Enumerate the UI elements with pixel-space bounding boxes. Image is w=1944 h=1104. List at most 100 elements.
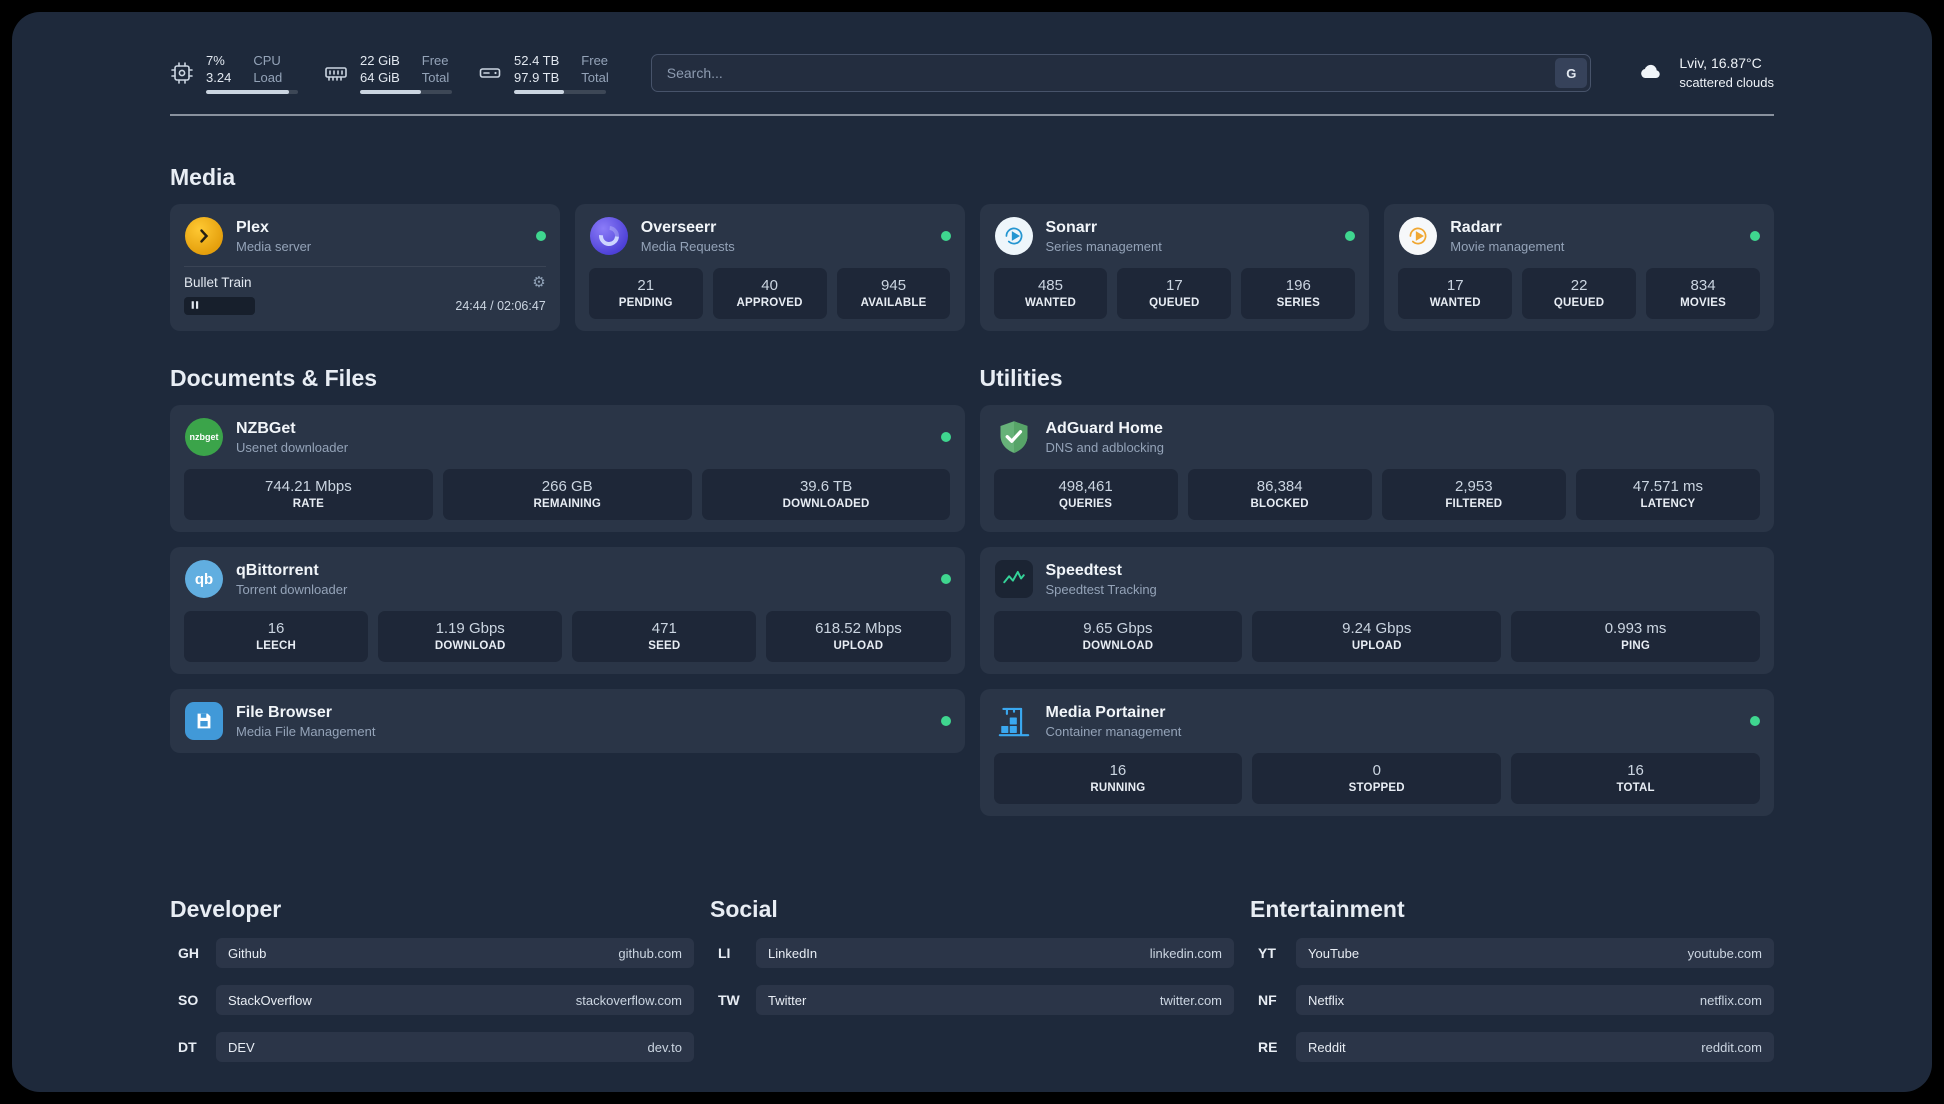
ram-label-1: Free — [421, 53, 449, 68]
bookmark-link[interactable]: Reddit reddit.com — [1296, 1032, 1774, 1062]
service-desc: Container management — [1045, 723, 1182, 739]
stat-label: UPLOAD — [1351, 640, 1402, 652]
adguard-icon — [994, 417, 1034, 457]
nzbget-icon-text: nzbget — [189, 432, 219, 442]
service-card-nzbget[interactable]: nzbget NZBGet Usenet downloader 744.21 M… — [170, 405, 965, 532]
stat-label: APPROVED — [736, 297, 803, 309]
bookmark-url: linkedin.com — [1149, 945, 1222, 961]
stat-value: 47.571 ms — [1632, 478, 1703, 495]
search-bar[interactable]: G — [650, 54, 1592, 92]
gear-icon[interactable]: ⚙ — [532, 275, 545, 290]
service-card-plex[interactable]: Plex Media server Bullet Train ⚙ 24:44 /… — [170, 204, 560, 331]
stat-download: 9.65 Gbps DOWNLOAD — [993, 611, 1243, 662]
bookmark-link[interactable]: Github github.com — [216, 938, 694, 968]
radarr-icon — [1398, 216, 1438, 256]
service-card-qbittorrent[interactable]: qb qBittorrent Torrent downloader 16 LEE… — [170, 547, 965, 674]
bookmark-link[interactable]: DEV dev.to — [216, 1032, 694, 1062]
service-card-filebrowser[interactable]: File Browser Media File Management — [170, 689, 965, 753]
bookmark-abbr: YT — [1258, 945, 1276, 961]
stat-label: WANTED — [1024, 297, 1076, 309]
service-card-portainer[interactable]: Media Portainer Container management 16 … — [979, 689, 1774, 816]
bookmark-group-developer: Developer GH Github github.com SO StackO… — [170, 896, 694, 1079]
service-desc: DNS and adblocking — [1045, 439, 1165, 455]
search-input[interactable] — [654, 65, 1556, 81]
bookmark-url: stackoverflow.com — [575, 992, 682, 1008]
bookmark-link[interactable]: Netflix netflix.com — [1296, 985, 1774, 1015]
bookmark-link[interactable]: YouTube youtube.com — [1296, 938, 1774, 968]
stat-upload: 618.52 Mbps UPLOAD — [766, 611, 951, 662]
ram-free: 22 GiB — [360, 53, 400, 68]
service-card-adguard[interactable]: AdGuard Home DNS and adblocking 498,461 … — [979, 405, 1774, 532]
service-card-radarr[interactable]: Radarr Movie management 17 WANTED 22 QUE… — [1384, 204, 1774, 331]
section-media: Media Plex Media server Bullet Train ⚙ 2… — [170, 164, 1774, 331]
stat-value: 834 — [1690, 277, 1716, 294]
stat-value: 21 — [637, 277, 655, 294]
service-name: Sonarr — [1045, 218, 1098, 236]
status-dot — [940, 231, 951, 241]
stat-running: 16 RUNNING — [993, 753, 1243, 804]
bookmark-item-netflix: NF Netflix netflix.com — [1250, 985, 1774, 1015]
stat-total: 16 TOTAL — [1511, 753, 1760, 804]
bookmark-abbr: RE — [1258, 1039, 1278, 1055]
stat-wanted: 17 WANTED — [1398, 268, 1513, 319]
service-card-speedtest[interactable]: Speedtest Speedtest Tracking 9.65 Gbps D… — [979, 547, 1774, 674]
pause-icon[interactable] — [190, 297, 200, 315]
service-desc: Speedtest Tracking — [1045, 581, 1157, 597]
stat-pending: 21 PENDING — [588, 268, 703, 319]
ram-total: 64 GiB — [360, 70, 400, 85]
status-dot — [940, 716, 951, 726]
service-desc: Media Requests — [640, 238, 735, 254]
bookmark-name: Reddit — [1308, 1039, 1346, 1055]
stat-value: 618.52 Mbps — [815, 620, 902, 637]
bookmark-abbr: LI — [718, 945, 731, 961]
stat-label: DOWNLOAD — [1082, 640, 1154, 652]
topbar-divider — [170, 114, 1774, 116]
stat-label: RUNNING — [1090, 782, 1146, 794]
stat-label: PING — [1621, 640, 1651, 652]
nzbget-icon: nzbget — [184, 417, 224, 457]
service-name: Media Portainer — [1045, 703, 1166, 721]
service-stats: 16 RUNNING 0 STOPPED 16 TOTAL — [993, 753, 1761, 804]
stat-value: 9.65 Gbps — [1083, 620, 1153, 637]
bookmark-link[interactable]: Twitter twitter.com — [756, 985, 1234, 1015]
stat-value: 39.6 TB — [799, 478, 853, 495]
disk-total: 97.9 TB — [514, 70, 560, 85]
bookmark-url: reddit.com — [1701, 1039, 1762, 1055]
service-desc: Media File Management — [236, 723, 376, 739]
stat-wanted: 485 WANTED — [993, 268, 1108, 319]
stat-label: LEECH — [256, 640, 297, 652]
ram-resource-widget: 22 GiB 64 GiB Free Total — [324, 52, 452, 94]
stat-queued: 22 QUEUED — [1522, 268, 1637, 319]
bookmark-link[interactable]: LinkedIn linkedin.com — [756, 938, 1234, 968]
stat-value: 1.19 Gbps — [435, 620, 505, 637]
stat-blocked: 86,384 BLOCKED — [1187, 469, 1372, 520]
cpu-label-1: CPU — [253, 53, 281, 68]
service-stats: 498,461 QUERIES 86,384 BLOCKED 2,953 FIL… — [993, 469, 1760, 520]
stat-label: LATENCY — [1640, 498, 1696, 510]
cpu-icon — [170, 61, 194, 85]
bookmark-item-linkedin: LI LinkedIn linkedin.com — [710, 938, 1234, 968]
playback-progress-bar[interactable]: 24:44 / 02:06:47 — [184, 297, 546, 315]
bookmark-url: github.com — [618, 945, 682, 961]
cloud-icon — [1633, 58, 1667, 89]
bookmark-link[interactable]: StackOverflow stackoverflow.com — [216, 985, 694, 1015]
bookmark-abbr: TW — [718, 992, 740, 1008]
service-name: Plex — [236, 218, 269, 236]
plex-now-playing: Bullet Train ⚙ 24:44 / 02:06:47 — [184, 275, 546, 315]
bookmark-name: Twitter — [768, 992, 807, 1008]
stat-label: FILTERED — [1445, 498, 1503, 510]
qbittorrent-icon-text: qb — [194, 570, 214, 588]
weather-location: Lviv, 16.87°C — [1679, 55, 1762, 71]
stat-label: SERIES — [1276, 297, 1320, 309]
section-title-documents: Documents & Files — [170, 365, 378, 391]
weather-widget: Lviv, 16.87°C scattered clouds — [1633, 54, 1774, 92]
service-stats: 485 WANTED 17 QUEUED 196 SERIES — [993, 268, 1356, 319]
search-provider-button[interactable]: G — [1555, 58, 1588, 88]
service-card-sonarr[interactable]: Sonarr Series management 485 WANTED 17 Q… — [979, 204, 1370, 331]
stat-value: 471 — [651, 620, 677, 637]
stat-queries: 498,461 QUERIES — [993, 469, 1178, 520]
service-card-overseerr[interactable]: Overseerr Media Requests 21 PENDING 40 A… — [574, 204, 965, 331]
stat-value: 2,953 — [1455, 478, 1493, 495]
sonarr-icon — [994, 216, 1034, 256]
bookmark-url: dev.to — [647, 1039, 682, 1055]
